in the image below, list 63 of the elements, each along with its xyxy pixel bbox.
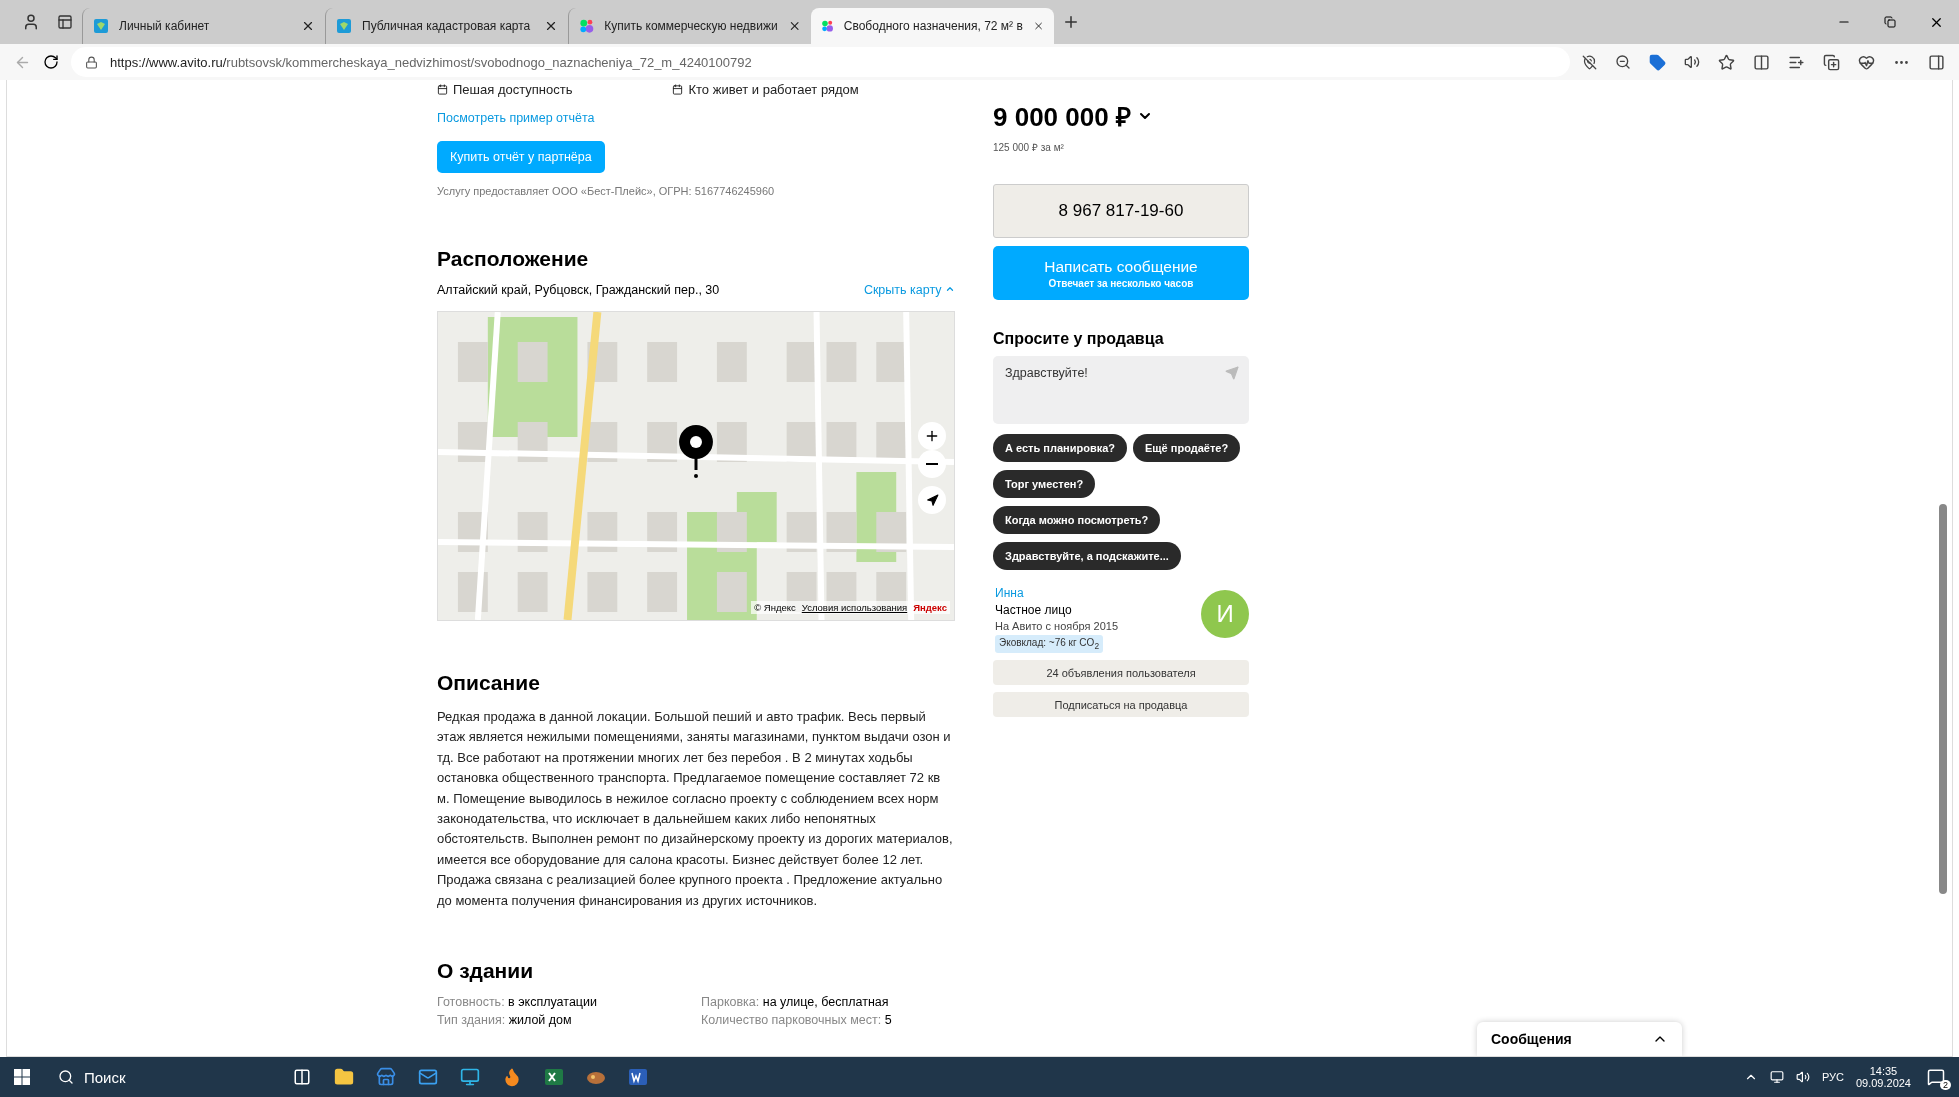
copyright-text: © Яндекс — [754, 602, 796, 613]
collections-icon[interactable] — [1823, 53, 1840, 71]
plus-icon — [924, 428, 940, 444]
read-aloud-icon[interactable] — [1684, 54, 1700, 70]
url-text: https://www.avito.ru/rubtsovsk/kommercheskaya_nedvizhimost/svobodnogo_naznacheniya_72_m_4240100792 — [110, 54, 752, 70]
price-text: 9 000 000 ₽ — [993, 101, 1131, 134]
terms-link[interactable]: Условия использования — [801, 602, 908, 613]
address-field[interactable]: https://www.avito.ru/rubtsovsk/kommercheskaya_nedvizhimost/svobodnogo_naznacheniya_72_m_4240100792 — [71, 47, 1570, 77]
subscribe-button[interactable]: Подписаться на продавца — [993, 692, 1249, 717]
star-icon[interactable] — [1718, 53, 1735, 71]
notifications-button[interactable]: 2 — [1923, 1064, 1949, 1090]
provider-text: Услугу предоставляет ООО «Бест-Плейс», ОГРН: 5167746245960 — [437, 185, 776, 197]
seller-type-text: Частное лицо — [995, 603, 1073, 617]
section-heading: Расположение — [437, 247, 590, 271]
ask-seller-heading: Спросите у продавца — [993, 330, 1165, 348]
param-text: Готовность: в эксплуатации — [437, 995, 598, 1010]
param-text: Тип здания: жилой дом — [437, 1013, 573, 1028]
browser-tab[interactable]: Свободного назначения, 72 м² в — [811, 8, 1054, 44]
feature-text: Кто живет и работает рядом — [688, 82, 859, 97]
language-indicator[interactable]: РУС — [1821, 1071, 1844, 1083]
description-text: Редкая продажа в данной локации. Большой пеший и авто трафик. Весь первый этаж является нежилыми помещениями, заняты магазинами, пунктом выдачи озон и тд. Все работают на протяжении многих лет без перебоя . В 2 минутах ходьбы остановка общественного транспорта. Предлагаемое помещение составляет 72 кв м. Помещение выводилось в нежилое согласно проекту с соблюдением всех норм законодательства, что исключает в дальнейшем каких либо непонятных обстоятельств. Выполнен ремонт по дизайнерскому проекту из дорогих материалов, имеется все оборудование для салона красоты. Бизнес действует более 12 лет. Продажа связана с реализацией более крупного проекта . Предложение актуально до момента получения финансирования из других источников. — [437, 708, 954, 910]
param-text: Парковка: на улице, бесплатная — [701, 995, 890, 1010]
phone-number[interactable]: 8 967 817-19-60 — [993, 184, 1249, 238]
dots-icon — [579, 18, 595, 34]
shield-icon — [93, 18, 109, 34]
close-icon[interactable] — [301, 19, 315, 33]
chevron-up-icon — [945, 284, 955, 294]
navigation-arrow-icon — [925, 493, 939, 507]
minus-icon — [926, 463, 938, 465]
seller-ads-button[interactable]: 24 объявления пользователя — [993, 660, 1249, 685]
section-heading: О здании — [437, 959, 535, 984]
taskbar-search-field[interactable]: Поиск — [44, 1057, 278, 1097]
address-text: Алтайский край, Рубцовск, Гражданский пер., 30 — [437, 283, 720, 297]
lock-icon — [85, 55, 98, 69]
feature-icon — [672, 84, 684, 95]
zoom-out-icon[interactable] — [1615, 54, 1631, 70]
quick-question-chip[interactable]: А есть планировка? — [993, 434, 1127, 462]
feature-text: Пешая доступность — [453, 82, 573, 97]
tag-icon[interactable] — [1649, 53, 1666, 71]
split-screen-icon[interactable] — [1753, 53, 1770, 71]
close-icon[interactable] — [544, 19, 558, 33]
section-heading: Описание — [437, 671, 541, 695]
feature-icon — [437, 84, 448, 95]
quick-question-chip[interactable]: Здравствуйте, а подскажите... — [993, 542, 1181, 570]
price-per-m2-text: 125 000 ₽ за м² — [993, 141, 1065, 154]
search-icon — [58, 1069, 74, 1085]
quick-question-chip[interactable]: Ещё продаёте? — [1133, 434, 1241, 462]
tracking-icon[interactable] — [1582, 54, 1597, 70]
reload-icon[interactable] — [43, 54, 59, 70]
volume-icon[interactable] — [1795, 1070, 1810, 1084]
quick-question-chip[interactable]: Торг уместен? — [993, 470, 1096, 498]
param-text: Количество парковочных мест: 5 — [701, 1013, 893, 1028]
quick-question-chip[interactable]: Когда можно посмотреть? — [993, 506, 1161, 534]
sidebar-icon[interactable] — [1928, 53, 1945, 71]
taskbar-clock[interactable]: 14:35 09.09.2024 — [1855, 1065, 1911, 1089]
messages-widget[interactable]: Сообщения — [1477, 1022, 1682, 1056]
health-icon[interactable] — [1858, 53, 1875, 71]
seller-since-text: На Авито с ноября 2015 — [995, 620, 1118, 632]
shield-icon — [336, 18, 352, 34]
message-field[interactable]: Здравствуйте! — [993, 356, 1249, 424]
map-logo: Яндекс — [913, 602, 947, 613]
eco-badge: Эковклад: ~76 кг CO$_{2}$ — [995, 635, 1103, 653]
dots-icon — [821, 18, 834, 34]
